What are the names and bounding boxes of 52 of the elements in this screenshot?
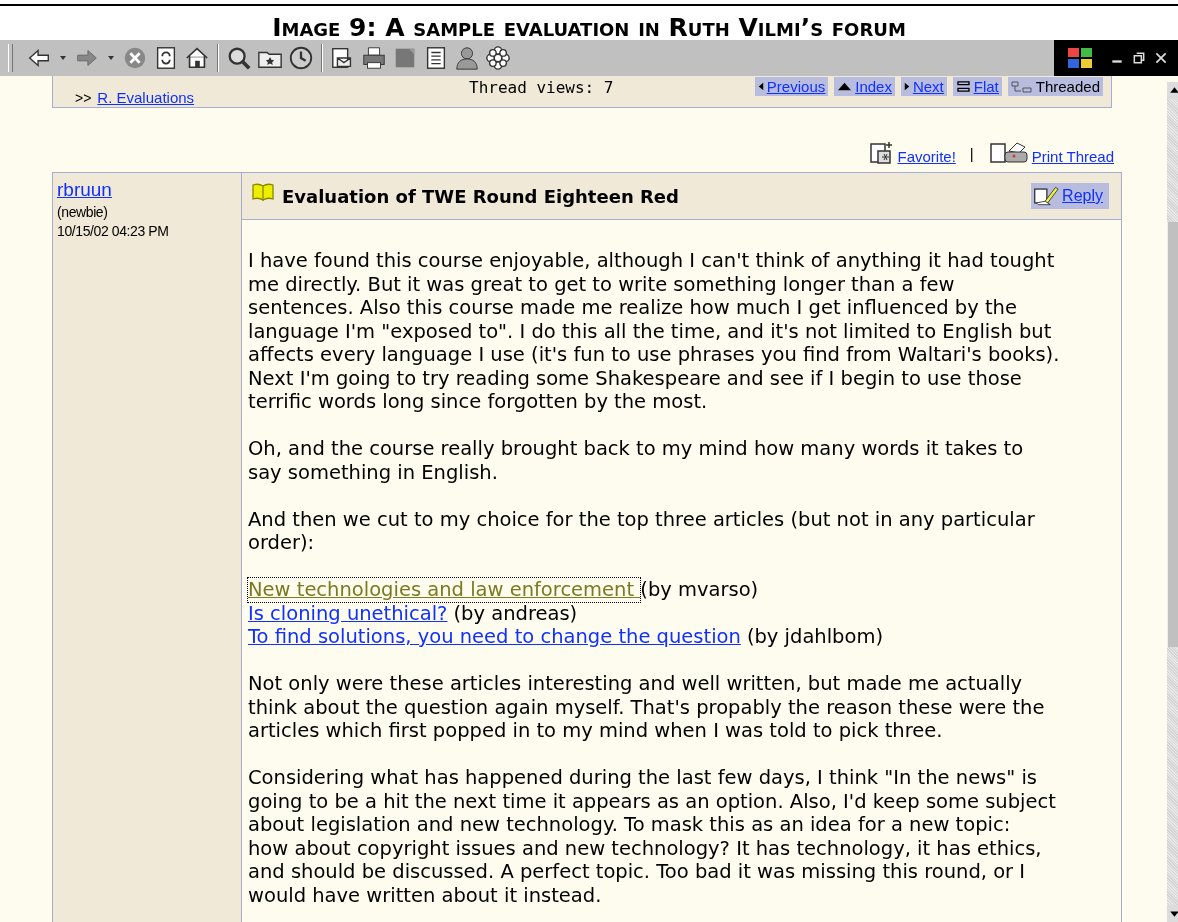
- scroll-up-icon[interactable]: [1167, 82, 1178, 99]
- scroll-down-icon[interactable]: [1167, 905, 1178, 922]
- history-icon[interactable]: [288, 45, 314, 71]
- article-author: (by jdahlbom): [746, 625, 884, 649]
- dropdown-arrow-icon[interactable]: [59, 54, 67, 62]
- post-paragraph: I have found this course enjoyable, although I can't think of anything it had tought me directly. But it was great to get to write something longer than a few sentences. Also this course made me realize how much I get influenced by the language I'm "exposed to". I do this all the time, and it's not limited to English but affects every language I use (it's fun to use phrases you find from Waltari's books). Next I'm going to try reading some Shakespeare and see if I begin to use those terrific words long since forgotten by the most.: [248, 249, 1061, 414]
- printer-icon[interactable]: [361, 45, 387, 71]
- post-paragraph: Considering what has happened during the last few days, I think "In the news" is going to be a hit the next time it appears as an option. Also, I'd keep some subject about legislation and new technology. To mask this as an idea for a new topic: how about copyright issues and new technology? It has technology, it has ethics, and should be discussed. A perfect topic. Too bad it was missing this round, or I would have written about it instead.: [248, 766, 1057, 907]
- article-author: (by andreas): [453, 601, 578, 625]
- book-icon: [252, 183, 274, 201]
- restore-icon[interactable]: [1132, 51, 1146, 65]
- print-thread-link[interactable]: Print Thread: [987, 141, 1114, 165]
- tree-icon: [1010, 80, 1033, 93]
- post-subject: Evaluation of TWE Round Eighteen Red: [282, 185, 679, 207]
- post-paragraph: Not only were these articles interesting and well written, but made me actually think about the question again myself. That's propably the reason these were the articles which first popped in to my mind when I was told to pick three.: [248, 672, 1046, 743]
- pencil-note-icon: [1033, 184, 1060, 208]
- article-link[interactable]: New technologies and law enforcement: [248, 578, 641, 602]
- flat-list-icon: [955, 81, 971, 92]
- thread-nav-button[interactable]: Next: [900, 77, 947, 96]
- stop-icon[interactable]: [122, 45, 148, 71]
- thread-nav-button[interactable]: Previous: [754, 77, 829, 96]
- author-link[interactable]: rbruun: [57, 179, 112, 201]
- post-date: 10/15/02 04:23 PM: [57, 223, 169, 239]
- windows-logo-icon: [1066, 46, 1094, 70]
- link-separator: |: [969, 144, 974, 162]
- favorite-link[interactable]: Favorite!: [869, 141, 956, 165]
- breadcrumb-marker: >>: [75, 89, 92, 106]
- thread-nav-button[interactable]: Threaded: [1007, 77, 1103, 96]
- figure-caption: Image 9: A sample evaluation in Ruth Vilmi’s forum: [0, 4, 1178, 34]
- post-paragraph: Oh, and the course really brought back to my mind how many words it takes to say something in English.: [248, 437, 1025, 484]
- reply-button[interactable]: Reply: [1031, 183, 1109, 209]
- vertical-scrollbar[interactable]: [1167, 82, 1178, 922]
- post-paragraph: And then we cut to my choice for the top three articles (but not in any particular order):: [248, 507, 1036, 555]
- left-triangle-icon: [757, 81, 764, 92]
- dropdown-arrow-icon[interactable]: [107, 54, 115, 62]
- search-icon[interactable]: [226, 45, 252, 71]
- scrollbar-thumb[interactable]: [1167, 222, 1178, 647]
- thread-views-count: Thread views: 7: [469, 78, 614, 97]
- article-link[interactable]: To find solutions, you need to change the question: [248, 625, 741, 649]
- thread-nav-button[interactable]: Flat: [952, 77, 1002, 96]
- right-triangle-icon: [903, 81, 910, 92]
- author-rank: (newbie): [57, 204, 108, 220]
- home-icon[interactable]: [184, 45, 210, 71]
- flower-icon[interactable]: [485, 45, 511, 71]
- thread-nav-button[interactable]: Index: [834, 77, 895, 96]
- breadcrumb-link[interactable]: R. Evaluations: [97, 89, 195, 106]
- close-icon[interactable]: [1154, 51, 1168, 65]
- printer-icon: [987, 141, 1030, 165]
- person-icon[interactable]: [454, 45, 480, 71]
- article-link[interactable]: Is cloning unethical?: [248, 601, 448, 625]
- up-triangle-icon: [837, 81, 853, 92]
- article-author: (by mvarso): [640, 578, 759, 602]
